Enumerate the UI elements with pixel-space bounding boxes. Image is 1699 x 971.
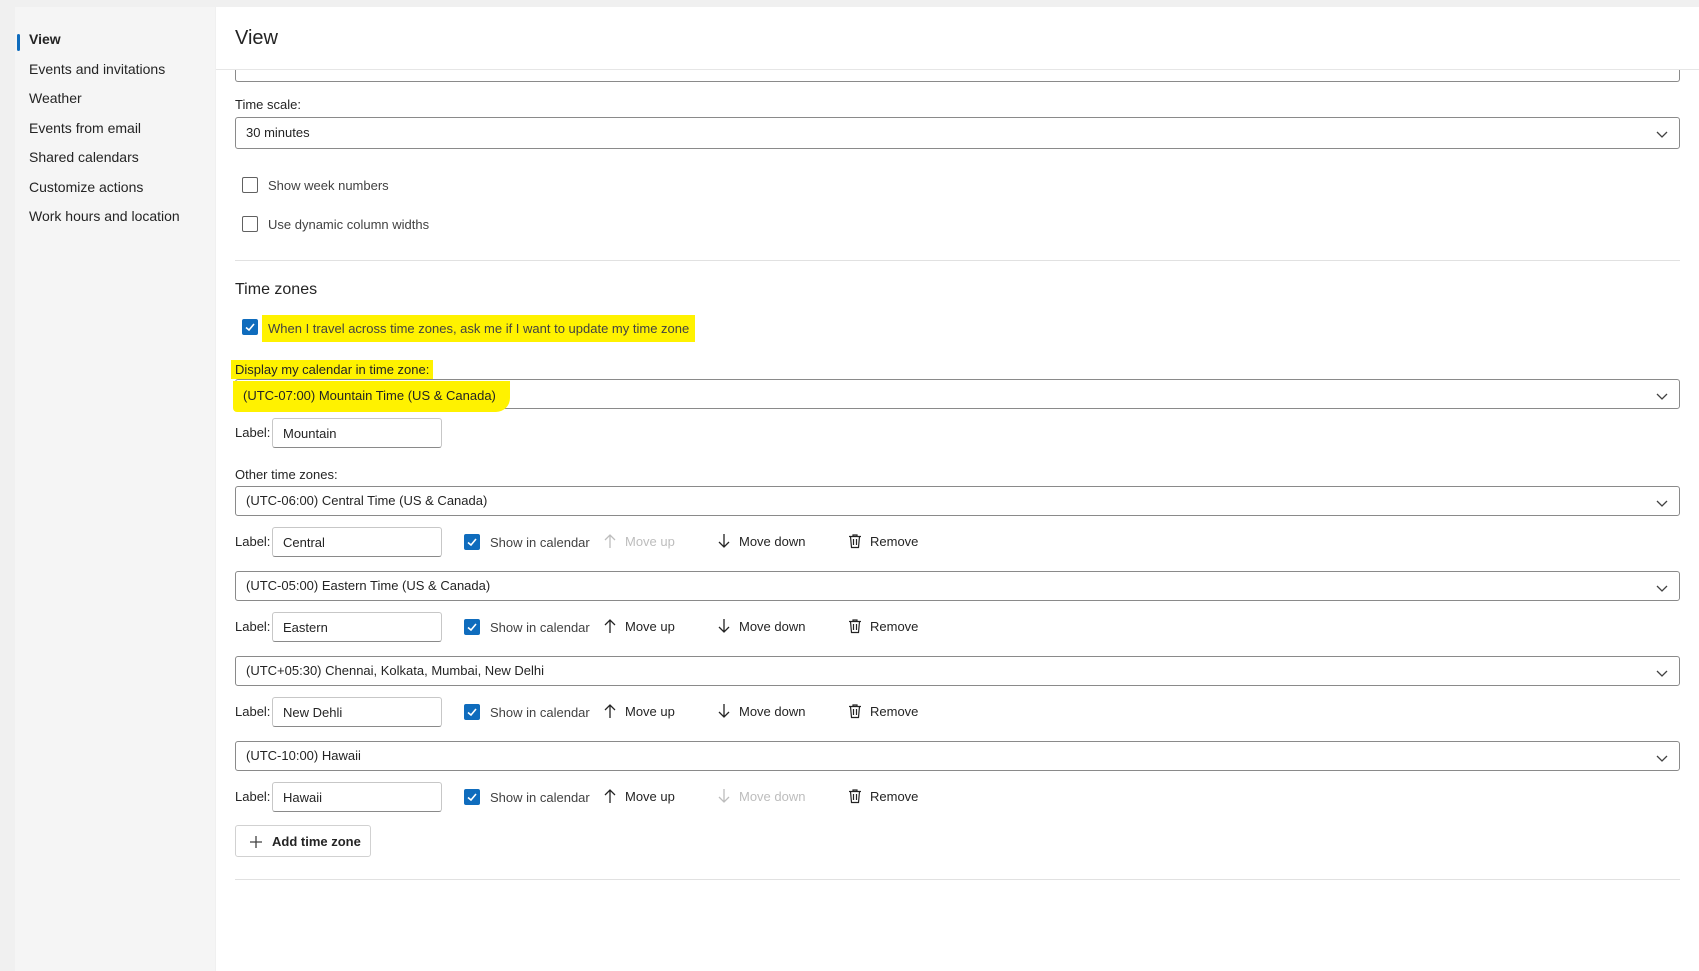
sidebar-item-view[interactable]: View bbox=[29, 31, 61, 47]
settings-sidebar: View Events and invitations Weather Even… bbox=[15, 7, 215, 971]
checkmark-icon bbox=[467, 538, 477, 547]
checkbox-box[interactable] bbox=[242, 319, 258, 335]
arrow-up-icon bbox=[604, 789, 616, 803]
remove-button-label: Remove bbox=[870, 619, 919, 634]
time-zone-label-caption: Label: bbox=[235, 534, 271, 549]
dynamic-column-widths-label: Use dynamic column widths bbox=[268, 217, 430, 232]
checkmark-icon bbox=[467, 708, 477, 717]
show-in-calendar-label: Show in calendar bbox=[490, 790, 590, 805]
settings-content: View Time scale: 30 minutes Show week nu… bbox=[216, 7, 1699, 971]
time-zone-value: (UTC-05:00) Eastern Time (US & Canada) bbox=[246, 578, 491, 593]
sidebar-item-events-from-email[interactable]: Events from email bbox=[29, 120, 141, 136]
chevron-down-icon bbox=[1656, 500, 1668, 507]
active-nav-indicator bbox=[17, 34, 20, 51]
other-time-zones-label: Other time zones: bbox=[235, 467, 338, 482]
arrow-up-icon bbox=[604, 704, 616, 718]
add-time-zone-button[interactable]: Add time zone bbox=[235, 825, 371, 857]
arrow-down-icon bbox=[718, 789, 730, 803]
trash-icon bbox=[849, 704, 861, 719]
remove-button-label: Remove bbox=[870, 789, 919, 804]
trash-icon bbox=[849, 789, 861, 804]
arrow-up-icon bbox=[604, 534, 616, 548]
chevron-down-icon bbox=[1656, 670, 1668, 677]
move-down-button-label: Move down bbox=[739, 704, 806, 719]
show-in-calendar-label: Show in calendar bbox=[490, 535, 590, 550]
move-up-button-label: Move up bbox=[625, 789, 675, 804]
chevron-down-icon bbox=[1656, 585, 1668, 592]
trash-icon bbox=[849, 534, 861, 549]
time-zone-value: (UTC-06:00) Central Time (US & Canada) bbox=[246, 493, 488, 508]
primary-label-caption: Label: bbox=[235, 425, 271, 440]
section-divider bbox=[235, 879, 1680, 880]
checkbox-box[interactable] bbox=[242, 177, 258, 193]
checkbox-box[interactable] bbox=[464, 619, 480, 635]
time-zone-label-input[interactable] bbox=[272, 782, 442, 812]
display-time-zone-value: (UTC-07:00) Mountain Time (US & Canada) bbox=[233, 381, 510, 412]
move-up-button-label: Move up bbox=[625, 704, 675, 719]
checkbox-box[interactable] bbox=[464, 534, 480, 550]
time-zone-label-caption: Label: bbox=[235, 704, 271, 719]
time-scale-dropdown[interactable]: 30 minutes bbox=[235, 117, 1680, 149]
time-zones-heading: Time zones bbox=[235, 281, 318, 298]
travel-prompt-label: When I travel across time zones, ask me … bbox=[262, 315, 696, 342]
time-scale-label: Time scale: bbox=[235, 97, 301, 112]
checkbox-box[interactable] bbox=[464, 704, 480, 720]
chevron-down-icon bbox=[1656, 131, 1668, 138]
time-zone-label-caption: Label: bbox=[235, 619, 271, 634]
checkmark-icon bbox=[467, 793, 477, 802]
page-title: View bbox=[235, 27, 278, 49]
remove-button-label: Remove bbox=[870, 534, 919, 549]
time-zone-dropdown[interactable]: (UTC+05:30) Chennai, Kolkata, Mumbai, Ne… bbox=[235, 656, 1680, 686]
display-time-zone-dropdown[interactable]: (UTC-07:00) Mountain Time (US & Canada) bbox=[233, 379, 1680, 412]
move-up-button-label: Move up bbox=[625, 534, 675, 549]
time-zone-value: (UTC+05:30) Chennai, Kolkata, Mumbai, Ne… bbox=[246, 663, 545, 678]
chevron-down-icon bbox=[1656, 755, 1668, 762]
display-time-zone-label: Display my calendar in time zone: bbox=[231, 360, 434, 379]
show-in-calendar-label: Show in calendar bbox=[490, 620, 590, 635]
checkbox-box[interactable] bbox=[242, 216, 258, 232]
time-zone-dropdown[interactable]: (UTC-06:00) Central Time (US & Canada) bbox=[235, 486, 1680, 516]
move-down-button-label: Move down bbox=[739, 534, 806, 549]
time-zone-dropdown[interactable]: (UTC-05:00) Eastern Time (US & Canada) bbox=[235, 571, 1680, 601]
checkmark-icon bbox=[467, 623, 477, 632]
checkmark-icon bbox=[245, 323, 255, 332]
section-divider bbox=[235, 260, 1680, 261]
add-time-zone-label: Add time zone bbox=[272, 834, 361, 849]
time-zone-dropdown[interactable]: (UTC-10:00) Hawaii bbox=[235, 741, 1680, 771]
sidebar-item-shared-calendars[interactable]: Shared calendars bbox=[29, 149, 139, 165]
chevron-down-icon bbox=[1656, 393, 1668, 400]
plus-icon bbox=[250, 836, 262, 848]
remove-button-label: Remove bbox=[870, 704, 919, 719]
time-zone-value: (UTC-10:00) Hawaii bbox=[246, 748, 361, 763]
move-down-button-label: Move down bbox=[739, 789, 806, 804]
arrow-down-icon bbox=[718, 619, 730, 633]
arrow-down-icon bbox=[718, 534, 730, 548]
time-zone-label-caption: Label: bbox=[235, 789, 271, 804]
sidebar-item-weather[interactable]: Weather bbox=[29, 90, 82, 106]
content-header: View bbox=[216, 7, 1699, 70]
show-in-calendar-label: Show in calendar bbox=[490, 705, 590, 720]
time-zone-label-input[interactable] bbox=[272, 612, 442, 642]
sidebar-item-events-and-invitations[interactable]: Events and invitations bbox=[29, 61, 165, 77]
settings-window: View Events and invitations Weather Even… bbox=[0, 0, 1699, 971]
arrow-up-icon bbox=[604, 619, 616, 633]
primary-label-input[interactable] bbox=[272, 418, 442, 448]
sidebar-item-work-hours-and-location[interactable]: Work hours and location bbox=[29, 208, 180, 224]
checkbox-box[interactable] bbox=[464, 789, 480, 805]
sidebar-item-customize-actions[interactable]: Customize actions bbox=[29, 179, 143, 195]
move-up-button-label: Move up bbox=[625, 619, 675, 634]
arrow-down-icon bbox=[718, 704, 730, 718]
show-week-numbers-label: Show week numbers bbox=[268, 178, 389, 193]
time-scale-value: 30 minutes bbox=[246, 125, 310, 140]
move-down-button-label: Move down bbox=[739, 619, 806, 634]
time-zone-label-input[interactable] bbox=[272, 697, 442, 727]
trash-icon bbox=[849, 619, 861, 634]
time-zone-label-input[interactable] bbox=[272, 527, 442, 557]
